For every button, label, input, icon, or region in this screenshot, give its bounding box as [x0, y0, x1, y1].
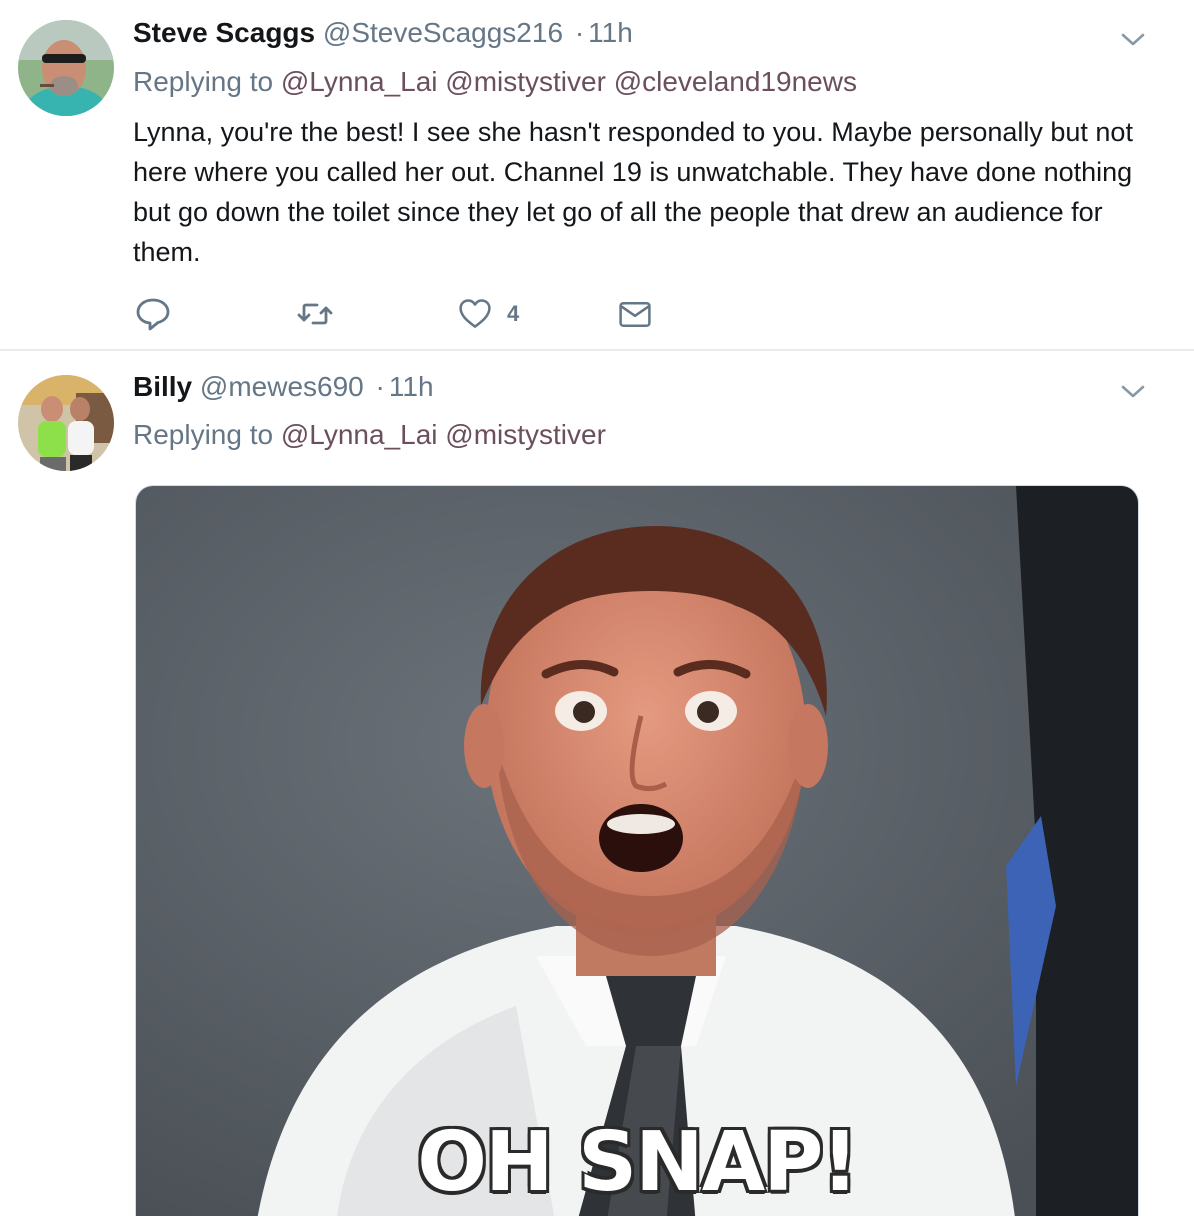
timestamp[interactable]: 11h	[389, 371, 434, 402]
tweet[interactable]: Billy @mewes690 · 11h Replying to @Lynna_…	[0, 351, 1194, 1216]
tweet-media-gif[interactable]: OH SNAP!	[135, 485, 1139, 1216]
mention-link[interactable]: @mistystiver	[445, 419, 606, 450]
user-handle[interactable]: @SteveScaggs216	[323, 17, 563, 48]
more-options-button[interactable]	[1120, 378, 1146, 404]
like-button[interactable]: 4	[457, 294, 519, 334]
display-name[interactable]: Billy	[133, 371, 192, 402]
gif-caption: OH SNAP!	[417, 1115, 859, 1210]
like-count: 4	[507, 301, 520, 326]
separator-dot: ·	[574, 17, 585, 48]
tweet-header: Billy @mewes690 · 11h	[133, 370, 434, 404]
tweet-text: Lynna, you're the best! I see she hasn't…	[133, 117, 1133, 267]
avatar[interactable]	[18, 20, 114, 116]
reply-icon	[136, 298, 170, 331]
mention-link[interactable]: @Lynna_Lai	[281, 66, 438, 97]
tweet[interactable]: Steve Scaggs @SteveScaggs216 · 11h Replyi…	[0, 0, 1194, 351]
avatar[interactable]	[18, 375, 114, 471]
user-handle[interactable]: @mewes690	[200, 371, 364, 402]
retweet-icon	[297, 303, 333, 325]
mention-link[interactable]: @Lynna_Lai	[281, 419, 438, 450]
retweet-button[interactable]	[295, 294, 335, 334]
separator-dot: ·	[375, 371, 385, 402]
mention-link[interactable]: @cleveland19news	[614, 66, 857, 97]
replying-label: Replying to	[133, 66, 274, 97]
mention-link[interactable]: @mistystiver	[445, 66, 606, 97]
timestamp[interactable]: 11h	[588, 17, 633, 48]
replying-label: Replying to	[133, 419, 274, 450]
reply-button[interactable]	[133, 294, 173, 334]
display-name[interactable]: Steve Scaggs	[133, 17, 315, 48]
envelope-icon	[619, 301, 651, 327]
gif-image	[136, 486, 1138, 1216]
chevron-down-icon	[1121, 33, 1145, 46]
tweet-actions: 4	[133, 294, 693, 334]
heart-icon	[459, 299, 491, 328]
replying-to: Replying to @Lynna_Lai @mistystiver @cle…	[133, 65, 857, 99]
chevron-down-icon	[1121, 385, 1145, 398]
more-options-button[interactable]	[1120, 26, 1146, 52]
replying-to: Replying to @Lynna_Lai @mistystiver	[133, 418, 606, 452]
tweet-header: Steve Scaggs @SteveScaggs216 · 11h	[133, 16, 633, 50]
direct-message-button[interactable]	[617, 294, 653, 334]
